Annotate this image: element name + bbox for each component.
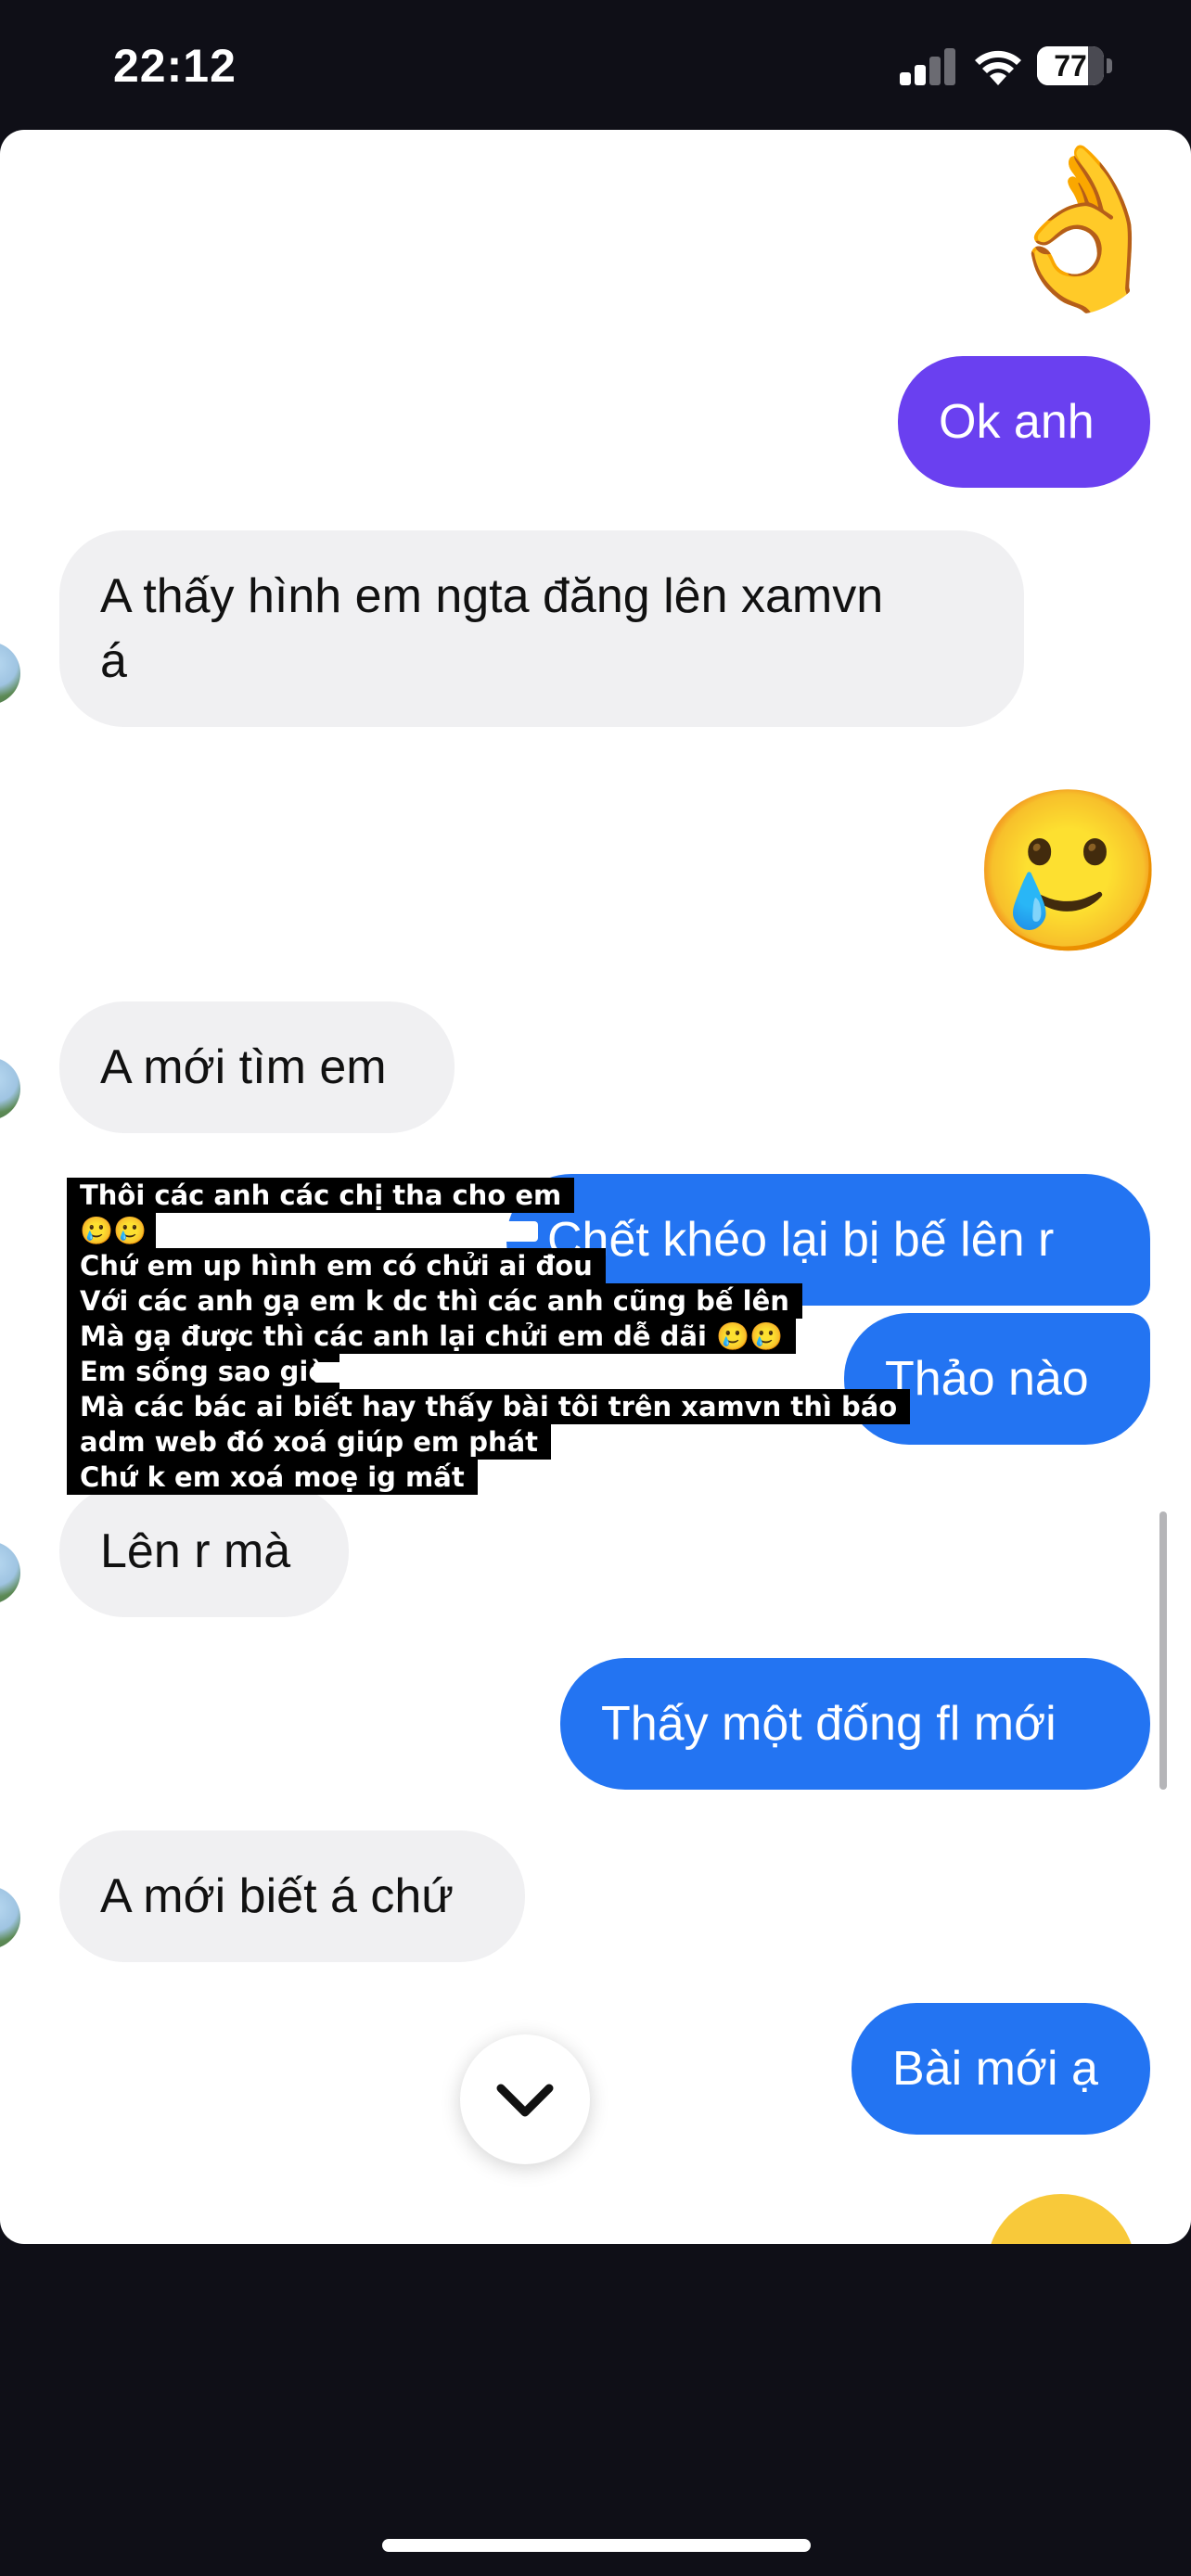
message-emoji-ok[interactable]: 👌	[985, 135, 1182, 321]
overlay-line: Chứ k em xoá moẹ ig mất	[67, 1460, 478, 1495]
message-outgoing[interactable]: Ok anh	[898, 356, 1150, 488]
message-outgoing[interactable]: Thấy một đống fl mới	[560, 1658, 1150, 1790]
contact-avatar[interactable]	[0, 1057, 20, 1120]
overlay-line: Mà các bác ai biết hay thấy bài tôi trên…	[67, 1389, 911, 1424]
overlay-line: 🥲🥲	[67, 1213, 157, 1248]
scroll-to-bottom-button[interactable]	[460, 2034, 590, 2164]
message-incoming[interactable]: Lên r mà	[59, 1486, 349, 1617]
contact-avatar[interactable]	[0, 1541, 20, 1604]
overlay-white-bar	[314, 1362, 814, 1383]
overlay-line: Chứ em up hình em có chửi ai đou	[67, 1248, 606, 1283]
message-incoming[interactable]: A mới tìm em	[59, 1001, 455, 1133]
message-outgoing[interactable]: Bài mới ạ	[852, 2003, 1150, 2135]
wifi-icon	[975, 50, 1021, 85]
message-emoji-smile-tear[interactable]: 🥲	[970, 779, 1167, 964]
scrollbar[interactable]	[1159, 1511, 1167, 1790]
message-emoji-partial[interactable]	[987, 2194, 1135, 2244]
overlay-line: Thôi các anh các chị tha cho em	[67, 1178, 575, 1213]
battery-icon: 77	[1037, 46, 1113, 85]
message-incoming[interactable]: A thấy hình em ngta đăng lên xamvn á	[59, 530, 1024, 727]
message-text-line: á	[100, 634, 127, 688]
overlay-line: Mà gạ được thì các anh lại chửi em dễ dã…	[67, 1319, 797, 1354]
overlay-line: adm web đó xoá giúp em phát	[67, 1424, 552, 1460]
chevron-down-icon	[496, 2084, 554, 2117]
status-time: 22:12	[113, 40, 237, 92]
overlay-white-bar	[171, 1221, 538, 1242]
message-incoming[interactable]: A mới biết á chứ	[59, 1830, 525, 1962]
home-indicator[interactable]	[382, 2539, 811, 2552]
contact-avatar[interactable]	[0, 642, 20, 705]
cellular-signal-icon	[900, 48, 957, 85]
overlay-line: Với các anh gạ em k dc thì các anh cũng …	[67, 1283, 802, 1319]
message-text-line: A thấy hình em ngta đăng lên xamvn	[100, 569, 884, 623]
message-outgoing[interactable]: Thảo nào	[844, 1313, 1150, 1445]
status-bar: 22:12 77	[0, 0, 1191, 130]
contact-avatar[interactable]	[0, 1886, 20, 1949]
battery-percentage: 77	[1054, 49, 1087, 83]
overlay-line: Em sống sao giờ	[67, 1354, 340, 1389]
